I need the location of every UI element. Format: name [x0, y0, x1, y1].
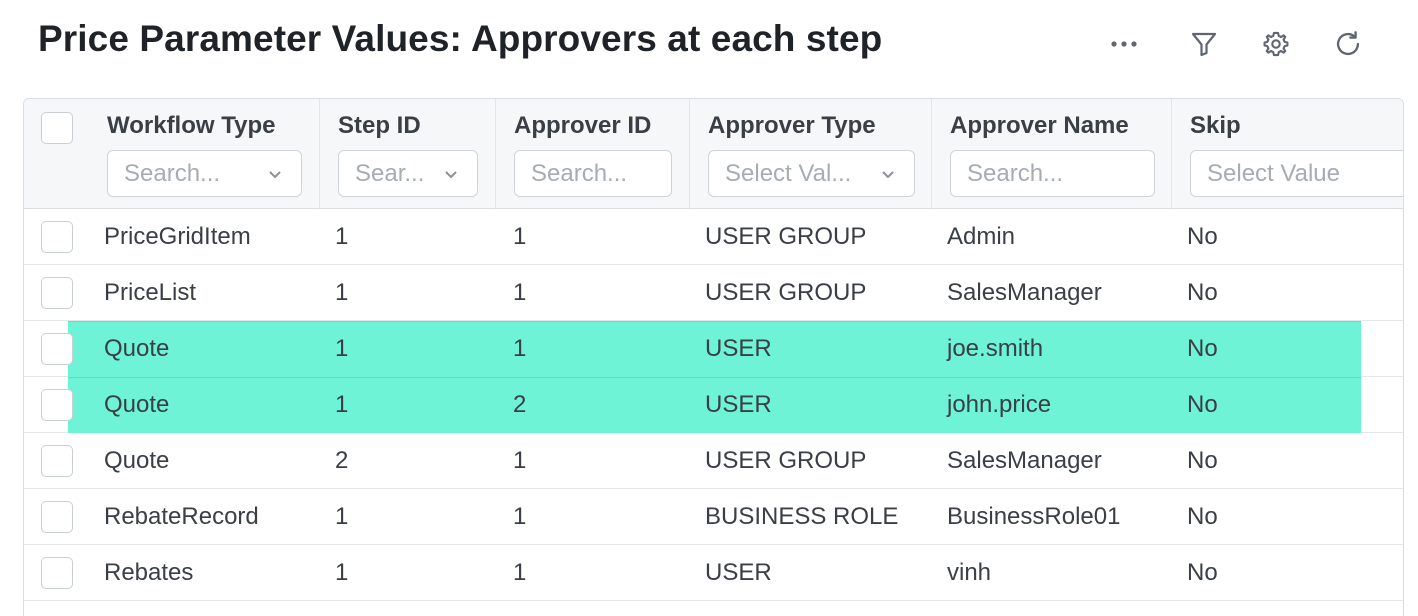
- row-checkbox[interactable]: [41, 501, 73, 533]
- cell-approver-type: USER GROUP: [705, 279, 867, 306]
- table-row[interactable]: PriceList 1 1 USER GROUP SalesManager No: [24, 265, 1403, 321]
- workflow-type-filter[interactable]: Search...: [107, 150, 302, 197]
- cell-approver-name: vinh: [947, 559, 992, 586]
- cell-approver-name: joe.smith: [947, 335, 1044, 362]
- ellipsis-icon: [1110, 40, 1138, 48]
- cell-step-id: 1: [335, 503, 349, 530]
- cell-step-id: 1: [335, 223, 349, 250]
- filter-button[interactable]: [1182, 24, 1226, 64]
- cell-approver-name: john.price: [947, 391, 1052, 418]
- approver-type-filter[interactable]: Select Val...: [708, 150, 915, 197]
- filter-icon: [1190, 30, 1218, 58]
- table-row[interactable]: RebateRecord 1 1 BUSINESS ROLE BusinessRole0…: [24, 489, 1403, 545]
- cell-skip: No: [1187, 447, 1218, 474]
- cell-skip: No: [1187, 223, 1218, 250]
- column-title: Approver Name: [950, 112, 1129, 139]
- table-row[interactable]: PriceGridItem 1 1 USER GROUP Admin No: [24, 209, 1403, 265]
- row-checkbox[interactable]: [41, 221, 73, 253]
- cell-workflow-type: PriceList: [104, 279, 197, 306]
- cell-step-id: 1: [335, 559, 349, 586]
- toolbar: [1100, 24, 1370, 64]
- more-options-button[interactable]: [1102, 24, 1146, 64]
- step-id-filter[interactable]: Sear...: [338, 150, 478, 197]
- cell-approver-id: 1: [513, 559, 527, 586]
- column-approver-type: Approver Type Select Val...: [690, 99, 932, 209]
- cell-step-id: 1: [335, 279, 349, 306]
- row-checkbox[interactable]: [41, 277, 73, 309]
- gear-icon: [1262, 30, 1290, 58]
- cell-workflow-type: RebateRecord: [104, 503, 259, 530]
- cell-approver-type: USER GROUP: [705, 223, 867, 250]
- column-workflow-type: Workflow Type Search...: [24, 99, 320, 209]
- cell-skip: No: [1187, 391, 1218, 418]
- column-skip: Skip Select Value: [1172, 99, 1403, 209]
- cell-step-id: 1: [335, 335, 349, 362]
- cell-approver-id: 1: [513, 335, 527, 362]
- column-step-id: Step ID Sear...: [320, 99, 496, 209]
- cell-approver-name: Admin: [947, 223, 1016, 250]
- cell-approver-id: 2: [513, 391, 527, 418]
- cell-skip: No: [1187, 559, 1218, 586]
- cell-workflow-type: Quote: [104, 391, 170, 418]
- column-title: Approver ID: [514, 112, 652, 139]
- cell-workflow-type: Rebates: [104, 559, 194, 586]
- approver-id-search-input[interactable]: [514, 150, 672, 197]
- cell-approver-type: BUSINESS ROLE: [705, 503, 899, 530]
- cell-skip: No: [1187, 503, 1218, 530]
- table-row[interactable]: Rebates 1 1 USER vinh No: [24, 545, 1403, 601]
- cell-skip: No: [1187, 279, 1218, 306]
- chevron-down-icon: [269, 170, 281, 178]
- approvers-grid: Workflow Type Search... Step ID Sear... …: [23, 98, 1404, 616]
- refresh-button[interactable]: [1326, 24, 1370, 64]
- cell-approver-id: 1: [513, 223, 527, 250]
- cell-approver-name: BusinessRole01: [947, 503, 1121, 530]
- cell-approver-type: USER: [705, 335, 772, 362]
- grid-header: Workflow Type Search... Step ID Sear... …: [24, 99, 1403, 209]
- chevron-down-icon: [445, 170, 457, 178]
- chevron-down-icon: [882, 170, 894, 178]
- cell-step-id: 1: [335, 391, 349, 418]
- page-title: Price Parameter Values: Approvers at eac…: [38, 18, 883, 59]
- cell-workflow-type: Quote: [104, 335, 170, 362]
- refresh-icon: [1334, 30, 1362, 58]
- row-checkbox[interactable]: [41, 445, 73, 477]
- table-row[interactable]: Quote 1 1 USER joe.smith No: [24, 321, 1403, 377]
- cell-approver-type: USER: [705, 391, 772, 418]
- cell-approver-name: SalesManager: [947, 279, 1102, 306]
- cell-approver-id: 1: [513, 447, 527, 474]
- cell-workflow-type: Quote: [104, 447, 170, 474]
- table-row[interactable]: Quote 2 1 USER GROUP SalesManager No: [24, 433, 1403, 489]
- cell-approver-id: 1: [513, 503, 527, 530]
- cell-approver-type: USER GROUP: [705, 447, 867, 474]
- column-title: Workflow Type: [107, 112, 276, 139]
- column-approver-name: Approver Name: [932, 99, 1172, 209]
- row-checkbox[interactable]: [41, 389, 73, 421]
- cell-approver-id: 1: [513, 279, 527, 306]
- cell-workflow-type: PriceGridItem: [104, 223, 251, 250]
- skip-filter[interactable]: Select Value: [1190, 150, 1403, 197]
- row-checkbox[interactable]: [41, 333, 73, 365]
- page: Price Parameter Values: Approvers at eac…: [0, 0, 1418, 616]
- cell-approver-name: SalesManager: [947, 447, 1102, 474]
- row-checkbox[interactable]: [41, 557, 73, 589]
- cell-skip: No: [1187, 335, 1218, 362]
- column-approver-id: Approver ID: [496, 99, 690, 209]
- settings-button[interactable]: [1254, 24, 1298, 64]
- column-title: Approver Type: [708, 112, 876, 139]
- approver-name-search-input[interactable]: [950, 150, 1155, 197]
- table-row[interactable]: Quote 1 2 USER john.price No: [24, 377, 1403, 433]
- column-title: Step ID: [338, 112, 421, 139]
- cell-step-id: 2: [335, 447, 349, 474]
- cell-approver-type: USER: [705, 559, 772, 586]
- column-title: Skip: [1190, 112, 1241, 139]
